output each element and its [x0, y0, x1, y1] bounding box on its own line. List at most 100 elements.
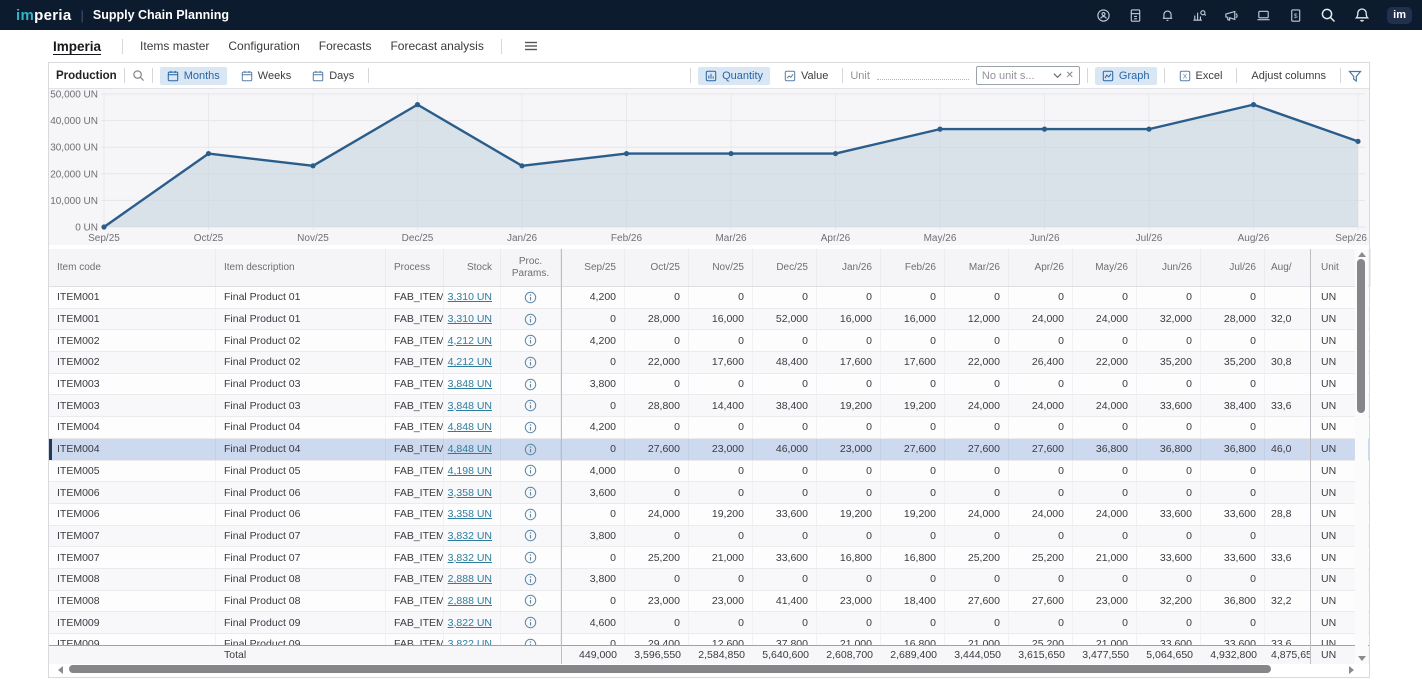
stock-link[interactable]: 4,848 UN	[448, 421, 492, 433]
production-chart[interactable]: 0 UN10,000 UN20,000 UN30,000 UN40,000 UN…	[49, 89, 1371, 245]
horizontal-scrollbar-thumb[interactable]	[69, 665, 1271, 673]
info-icon[interactable]	[524, 443, 537, 456]
table-row[interactable]: ITEM006Final Product 06FAB_ITEM...3,358 …	[49, 482, 1369, 504]
table-row[interactable]: ITEM001Final Product 01FAB_ITEM...3,310 …	[49, 309, 1369, 331]
table-row[interactable]: ITEM001Final Product 01FAB_ITEM...3,310 …	[49, 287, 1369, 309]
stock-link[interactable]: 3,822 UN	[448, 638, 492, 645]
month-value-cell: 38,400	[1201, 395, 1265, 416]
info-icon[interactable]	[524, 486, 537, 499]
month-value-cell: 0	[625, 612, 689, 633]
search-icon[interactable]	[1320, 7, 1337, 24]
chevron-down-icon[interactable]	[1053, 70, 1062, 82]
stock-link[interactable]: 2,888 UN	[448, 595, 492, 607]
scroll-right-arrow[interactable]	[1349, 666, 1354, 674]
info-icon[interactable]	[524, 378, 537, 391]
laptop-icon[interactable]	[1256, 8, 1271, 23]
stock-link[interactable]: 3,358 UN	[448, 508, 492, 520]
stock-link[interactable]: 3,310 UN	[448, 313, 492, 325]
table-row[interactable]: ITEM005Final Product 05FAB_ITEM...4,198 …	[49, 461, 1369, 483]
stock-link[interactable]: 4,848 UN	[448, 443, 492, 455]
months-button[interactable]: Months	[160, 67, 227, 85]
stock-link[interactable]: 2,888 UN	[448, 573, 492, 585]
info-icon[interactable]	[524, 508, 537, 521]
invoice-icon[interactable]: $	[1288, 8, 1303, 23]
info-icon[interactable]	[524, 529, 537, 542]
horizontal-scrollbar[interactable]	[49, 663, 1371, 675]
info-icon[interactable]	[524, 291, 537, 304]
adjust-columns-button[interactable]: Adjust columns	[1244, 67, 1333, 85]
vertical-scrollbar-thumb[interactable]	[1357, 259, 1365, 413]
scroll-left-arrow[interactable]	[58, 666, 63, 674]
item-description-cell: Final Product 03	[216, 374, 386, 395]
info-icon[interactable]	[524, 551, 537, 564]
item-code-cell: ITEM008	[49, 569, 216, 590]
table-row[interactable]: ITEM009Final Product 09FAB_ITEM...3,822 …	[49, 634, 1369, 645]
info-icon[interactable]	[524, 616, 537, 629]
info-icon[interactable]	[524, 313, 537, 326]
stock-cell: 3,832 UN	[444, 547, 501, 568]
value-button[interactable]: Value	[777, 67, 835, 85]
search-icon[interactable]	[132, 69, 145, 82]
notifications-icon[interactable]	[1354, 7, 1370, 23]
weeks-button[interactable]: Weeks	[234, 67, 298, 85]
table-row[interactable]: ITEM007Final Product 07FAB_ITEM...3,832 …	[49, 547, 1369, 569]
table-row[interactable]: ITEM004Final Product 04FAB_ITEM...4,848 …	[49, 439, 1369, 461]
nav-item-items-master[interactable]: Items master	[138, 39, 211, 53]
info-icon[interactable]	[524, 356, 537, 369]
info-icon[interactable]	[524, 334, 537, 347]
nav-item-configuration[interactable]: Configuration	[226, 39, 301, 53]
stock-cell: 4,212 UN	[444, 330, 501, 351]
stock-link[interactable]: 3,310 UN	[448, 291, 492, 303]
table-row[interactable]: ITEM003Final Product 03FAB_ITEM...3,848 …	[49, 395, 1369, 417]
table-row[interactable]: ITEM008Final Product 08FAB_ITEM...2,888 …	[49, 569, 1369, 591]
stock-link[interactable]: 4,212 UN	[448, 356, 492, 368]
stock-link[interactable]: 3,832 UN	[448, 552, 492, 564]
nav-item-forecasts[interactable]: Forecasts	[317, 39, 374, 53]
table-row[interactable]: ITEM009Final Product 09FAB_ITEM...3,822 …	[49, 612, 1369, 634]
stock-link[interactable]: 3,822 UN	[448, 617, 492, 629]
excel-button[interactable]: XExcel	[1172, 67, 1230, 85]
table-row[interactable]: ITEM007Final Product 07FAB_ITEM...3,832 …	[49, 526, 1369, 548]
col-header-item-description: Item description	[216, 249, 386, 286]
filter-funnel-icon[interactable]	[1348, 69, 1362, 83]
table-row[interactable]: ITEM006Final Product 06FAB_ITEM...3,358 …	[49, 504, 1369, 526]
stock-link[interactable]: 4,212 UN	[448, 335, 492, 347]
info-icon[interactable]	[524, 594, 537, 607]
analytics-icon[interactable]	[1192, 8, 1207, 23]
info-icon[interactable]	[524, 638, 537, 645]
badge-icon[interactable]	[1096, 8, 1111, 23]
quantity-button[interactable]: Quantity	[698, 67, 770, 85]
table-row[interactable]: ITEM002Final Product 02FAB_ITEM...4,212 …	[49, 352, 1369, 374]
info-icon[interactable]	[524, 464, 537, 477]
scroll-down-arrow[interactable]	[1358, 656, 1366, 661]
nav-item-forecast-analysis[interactable]: Forecast analysis	[388, 39, 485, 53]
unit-select[interactable]: No unit s... ✕	[976, 66, 1080, 85]
info-icon[interactable]	[524, 573, 537, 586]
table-row[interactable]: ITEM003Final Product 03FAB_ITEM...3,848 …	[49, 374, 1369, 396]
stock-link[interactable]: 3,358 UN	[448, 487, 492, 499]
calculator-icon[interactable]	[1128, 8, 1143, 23]
month-value-cell: 0	[625, 461, 689, 482]
scroll-up-arrow[interactable]	[1358, 252, 1366, 257]
table-row[interactable]: ITEM002Final Product 02FAB_ITEM...4,212 …	[49, 330, 1369, 352]
megaphone-icon[interactable]	[1224, 8, 1239, 23]
stock-link[interactable]: 3,848 UN	[448, 378, 492, 390]
info-icon[interactable]	[524, 421, 537, 434]
table-row[interactable]: ITEM008Final Product 08FAB_ITEM...2,888 …	[49, 591, 1369, 613]
table-row[interactable]: ITEM004Final Product 04FAB_ITEM...4,848 …	[49, 417, 1369, 439]
clear-icon[interactable]: ✕	[1066, 71, 1074, 81]
days-button[interactable]: Days	[305, 67, 361, 85]
bell-escalation-icon[interactable]	[1160, 8, 1175, 23]
stock-link[interactable]: 4,198 UN	[448, 465, 492, 477]
hamburger-icon[interactable]	[523, 38, 539, 54]
user-avatar[interactable]: im	[1387, 7, 1412, 24]
stock-link[interactable]: 3,832 UN	[448, 530, 492, 542]
graph-button[interactable]: Graph	[1095, 67, 1157, 85]
nav-brand-imperia[interactable]: Imperia	[53, 39, 101, 54]
info-icon[interactable]	[524, 399, 537, 412]
vertical-scrollbar[interactable]	[1355, 249, 1368, 664]
unit-dotted-field[interactable]	[877, 71, 969, 80]
stock-link[interactable]: 3,848 UN	[448, 400, 492, 412]
month-value-clipped-cell	[1265, 482, 1311, 503]
month-value-cell: 33,600	[1137, 395, 1201, 416]
